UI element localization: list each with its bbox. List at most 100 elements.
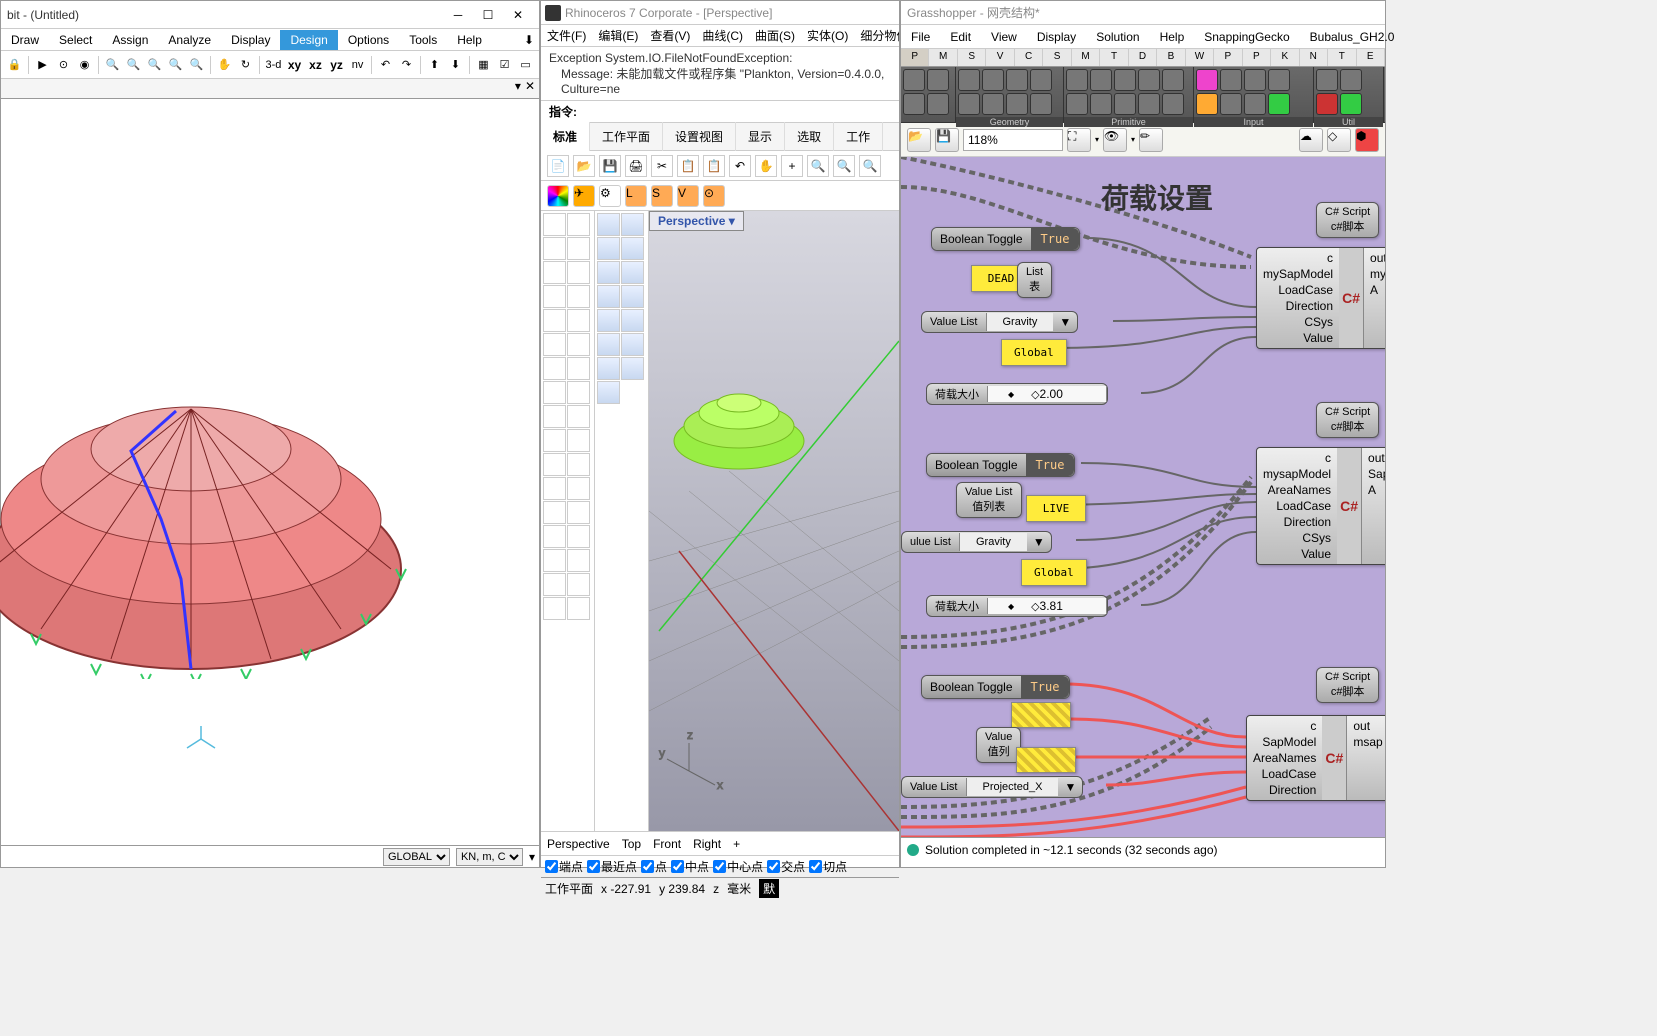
up-icon[interactable]: ⬆ bbox=[425, 55, 444, 75]
group-icon[interactable] bbox=[567, 429, 590, 452]
input-icon[interactable] bbox=[1268, 93, 1290, 115]
menu-solid[interactable]: 实体(O) bbox=[801, 25, 854, 47]
join-icon[interactable] bbox=[543, 429, 566, 452]
cone-icon[interactable] bbox=[621, 261, 644, 284]
circle-icon[interactable] bbox=[543, 261, 566, 284]
option-gh-icon[interactable]: ⊙ bbox=[703, 185, 725, 207]
slider-load-2[interactable]: 荷载大小◇ 3.81 bbox=[926, 595, 1108, 617]
undo-icon[interactable]: ↶ bbox=[376, 55, 395, 75]
geom-hex-icon[interactable] bbox=[958, 93, 980, 115]
value-list-projected[interactable]: Value ListProjected_X▼ bbox=[901, 776, 1083, 798]
tab-dropdown-icon[interactable]: ▾ bbox=[515, 79, 521, 98]
geom-icon[interactable] bbox=[927, 93, 949, 115]
gh-open-icon[interactable]: 📂 bbox=[907, 128, 931, 152]
vtab-right[interactable]: Right bbox=[693, 837, 721, 851]
boolean-toggle-2[interactable]: Boolean ToggleTrue bbox=[926, 453, 1075, 477]
run-icon[interactable]: ▶ bbox=[33, 55, 52, 75]
vtab-perspective[interactable]: Perspective bbox=[547, 837, 610, 851]
units-select[interactable]: KN, m, C bbox=[456, 848, 523, 866]
offset-icon[interactable] bbox=[567, 357, 590, 380]
download-icon[interactable]: ⬇ bbox=[519, 33, 539, 47]
gh-menu-display[interactable]: Display bbox=[1027, 26, 1086, 48]
print-icon[interactable]: 🖨 bbox=[625, 155, 647, 177]
menu-subd[interactable]: 细分物件(U) bbox=[854, 25, 899, 47]
3d-view-icon[interactable]: 3-d bbox=[264, 55, 283, 75]
pan-icon[interactable]: ✋ bbox=[215, 55, 234, 75]
gh-menu-edit[interactable]: Edit bbox=[940, 26, 981, 48]
gh-canvas[interactable]: 荷载设置 Boolean ToggleTrue DEAD List 表 Valu… bbox=[901, 157, 1385, 837]
gh-menu-bubalus[interactable]: Bubalus_GH2.0 bbox=[1300, 26, 1405, 48]
geom-icon[interactable] bbox=[903, 69, 925, 91]
util-icon[interactable] bbox=[1316, 93, 1338, 115]
array-icon[interactable] bbox=[543, 573, 566, 596]
nv-view-icon[interactable]: nv bbox=[348, 55, 367, 75]
input-icon[interactable] bbox=[1196, 93, 1218, 115]
fillet-icon[interactable] bbox=[543, 357, 566, 380]
split-icon[interactable] bbox=[567, 405, 590, 428]
value-list-gravity[interactable]: Value ListGravity▼ bbox=[921, 311, 1078, 333]
geom-hex-icon[interactable] bbox=[1030, 69, 1052, 91]
rotate-icon[interactable] bbox=[543, 477, 566, 500]
menu-design[interactable]: Design bbox=[280, 30, 337, 50]
explode-icon[interactable] bbox=[543, 381, 566, 404]
gh-preview-icon[interactable]: 👁 bbox=[1103, 128, 1127, 152]
zoom-window-icon[interactable]: 🔍 bbox=[166, 55, 185, 75]
polygon-icon[interactable] bbox=[567, 285, 590, 308]
zoom-prev-icon[interactable]: 🔍 bbox=[187, 55, 206, 75]
gh-eraser-icon[interactable]: ◇ bbox=[1327, 128, 1351, 152]
prim-icon[interactable] bbox=[1114, 93, 1136, 115]
sphere-icon[interactable] bbox=[597, 237, 620, 260]
maximize-icon[interactable]: ☐ bbox=[473, 5, 503, 25]
explode2-icon[interactable] bbox=[567, 381, 590, 404]
torus-icon[interactable] bbox=[621, 285, 644, 308]
pointer-icon[interactable] bbox=[543, 213, 566, 236]
ribtab-t[interactable]: T bbox=[1100, 49, 1128, 66]
option-l-icon[interactable]: L bbox=[625, 185, 647, 207]
osnap-tan[interactable]: 切点 bbox=[809, 858, 847, 875]
point-icon[interactable] bbox=[567, 213, 590, 236]
layer-icon[interactable] bbox=[543, 525, 566, 548]
util-icon[interactable] bbox=[1340, 69, 1362, 91]
copy-icon[interactable]: 📋 bbox=[677, 155, 699, 177]
down-icon[interactable]: ⬇ bbox=[446, 55, 465, 75]
option-s-icon[interactable]: S bbox=[651, 185, 673, 207]
ribtab-p3[interactable]: P bbox=[1243, 49, 1271, 66]
menu-tools[interactable]: Tools bbox=[399, 30, 447, 50]
tab-cplane[interactable]: 工作平面 bbox=[590, 122, 663, 151]
value-list-small-3[interactable]: Value 值列 bbox=[976, 727, 1021, 763]
prim-icon[interactable] bbox=[1162, 93, 1184, 115]
cylinder-icon[interactable] bbox=[597, 261, 620, 284]
spiral-icon[interactable] bbox=[543, 333, 566, 356]
tab-select[interactable]: 选取 bbox=[785, 122, 834, 151]
close-icon[interactable]: ✕ bbox=[503, 5, 533, 25]
lock-icon[interactable]: 🔒 bbox=[5, 55, 24, 75]
trim-icon[interactable] bbox=[543, 405, 566, 428]
copy-icon[interactable] bbox=[567, 453, 590, 476]
sphere2-icon[interactable] bbox=[621, 237, 644, 260]
ribtab-s2[interactable]: S bbox=[1043, 49, 1071, 66]
boolean-toggle-3[interactable]: Boolean ToggleTrue bbox=[921, 675, 1070, 699]
osnap-cen[interactable]: 中心点 bbox=[713, 858, 763, 875]
check-icon[interactable]: ☑ bbox=[495, 55, 514, 75]
gh-stop-icon[interactable]: ⬢ bbox=[1355, 128, 1379, 152]
zoom-out-icon[interactable]: 🔍 bbox=[145, 55, 164, 75]
prim-icon[interactable] bbox=[1114, 69, 1136, 91]
osnap-int[interactable]: 交点 bbox=[767, 858, 805, 875]
yz-view-icon[interactable]: yz bbox=[327, 55, 346, 75]
gh-zoom-input[interactable] bbox=[963, 129, 1063, 151]
rhino-viewport[interactable]: Perspective ▾ z x bbox=[649, 211, 899, 831]
list-small-1[interactable]: List 表 bbox=[1017, 262, 1052, 298]
zoom-extents-icon[interactable]: 🔍 bbox=[103, 55, 122, 75]
sweep-icon[interactable] bbox=[621, 357, 644, 380]
ribtab-w[interactable]: W bbox=[1186, 49, 1214, 66]
props-icon[interactable] bbox=[567, 525, 590, 548]
menu-assign[interactable]: Assign bbox=[102, 30, 158, 50]
input-icon[interactable] bbox=[1220, 93, 1242, 115]
extend-icon[interactable] bbox=[567, 333, 590, 356]
ribtab-t2[interactable]: T bbox=[1328, 49, 1356, 66]
option-v-icon[interactable]: V bbox=[677, 185, 699, 207]
tube-icon[interactable] bbox=[597, 285, 620, 308]
ribtab-e[interactable]: E bbox=[1357, 49, 1385, 66]
prim-icon[interactable] bbox=[1066, 69, 1088, 91]
gh-sketch-icon[interactable]: ✏ bbox=[1139, 128, 1163, 152]
